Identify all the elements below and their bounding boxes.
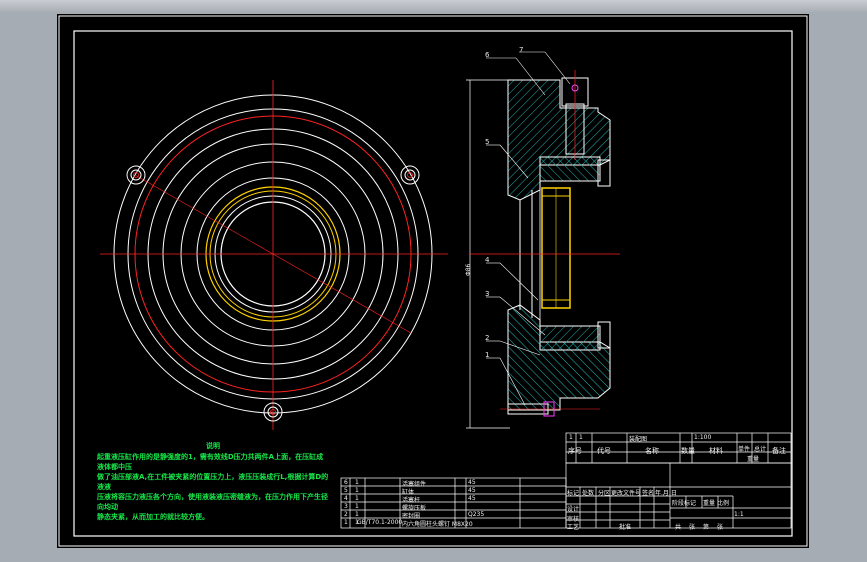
part-material: Q235: [468, 511, 485, 518]
part-qty: 1: [355, 487, 359, 494]
sign-label: 工艺: [567, 524, 580, 531]
notes-line: 做了油压部液A,在工件被夹紧的位置压力上，液压压装成行L,根据计算D的液液: [97, 473, 329, 491]
top-cell: 1:100: [694, 434, 712, 441]
section-view: [466, 51, 620, 429]
rev-label: 签名: [642, 490, 655, 497]
stage-label: 比例: [717, 500, 730, 507]
rev-label: 分区: [598, 490, 611, 497]
part-no: 6: [344, 479, 348, 486]
diameter-dimension: Φ86: [465, 263, 472, 276]
header-cell: 序号: [568, 447, 582, 455]
stage-label: 阶段标记: [672, 500, 697, 507]
part-no: 3: [344, 503, 348, 510]
rev-label: 年.月.日: [655, 490, 677, 497]
drawing-sheet: 6 7 5 4 3 2 1 Φ86 说明 起重液压缸作用的是静强度的1，需有效线…: [57, 14, 809, 548]
notes-line: 静态夹紧，从而加工的就比较方便。: [97, 513, 209, 521]
header-cell: 名称: [645, 447, 659, 455]
part-qty: 1: [355, 495, 359, 502]
weight-label: 重量: [747, 456, 760, 463]
front-view: [100, 80, 448, 430]
notes-title: 说明: [206, 442, 220, 450]
part-material: 45: [468, 479, 476, 486]
sheet-label: 第: [703, 524, 710, 531]
header-cell: 总计: [754, 446, 767, 453]
top-cell: 1: [579, 434, 583, 441]
technical-notes: 说明 起重液压缸作用的是静强度的1，需有效线D压力共两件A上面，在压缸成液体都中…: [97, 441, 329, 522]
balloon-6-top: 6: [485, 51, 490, 59]
rev-label: 标记: [567, 490, 580, 497]
part-qty: 1: [355, 511, 359, 518]
top-cell: 装配图: [629, 436, 648, 443]
balloon-4: 4: [485, 256, 490, 264]
part-material: 45: [468, 495, 476, 502]
balloon-5: 5: [485, 138, 490, 146]
part-material: 45: [468, 487, 476, 494]
header-cell: 数量: [681, 447, 695, 455]
sheet-label: 张: [689, 524, 696, 531]
notes-line: 压液将容压力液压各个方向，使用液装液压密缝液为，在压力作用下产生径向均动: [97, 493, 328, 511]
notes-line: 起重液压缸作用的是静强度的1，需有效线D压力共两件A上面，在压缸成液体都中压: [97, 453, 324, 471]
header-cell: 代号: [597, 447, 611, 455]
balloon-2: 2: [485, 334, 490, 342]
balloon-1: 1: [485, 351, 490, 359]
rev-label: 更改文件号: [611, 490, 642, 497]
part-no: 5: [344, 487, 348, 494]
part-qty: 1: [355, 503, 359, 510]
sheet-label: 张: [717, 524, 724, 531]
approve-label: 批准: [619, 524, 632, 531]
part-no: 1: [344, 519, 348, 526]
rev-label: 处数: [582, 490, 595, 497]
part-note: 内六角圆柱头螺钉 M8X20: [402, 521, 473, 528]
sheet-label: 共: [675, 524, 682, 531]
sign-label: 设计: [567, 506, 580, 513]
window-titlebar: [0, 0, 867, 12]
part-no: 2: [344, 511, 348, 518]
balloon-7: 7: [519, 46, 524, 54]
part-qty: 1: [355, 479, 359, 486]
top-cell: 1: [569, 434, 573, 441]
header-cell: 备注: [772, 447, 786, 455]
balloon-3: 3: [485, 290, 490, 298]
stage-label: 重量: [703, 500, 716, 507]
sheet-code: 1:1: [734, 511, 744, 518]
header-cell: 材料: [709, 447, 723, 455]
part-name: GB/T70.1-2000: [357, 519, 403, 526]
header-cell: 单件: [738, 446, 751, 453]
part-no: 4: [344, 495, 348, 502]
